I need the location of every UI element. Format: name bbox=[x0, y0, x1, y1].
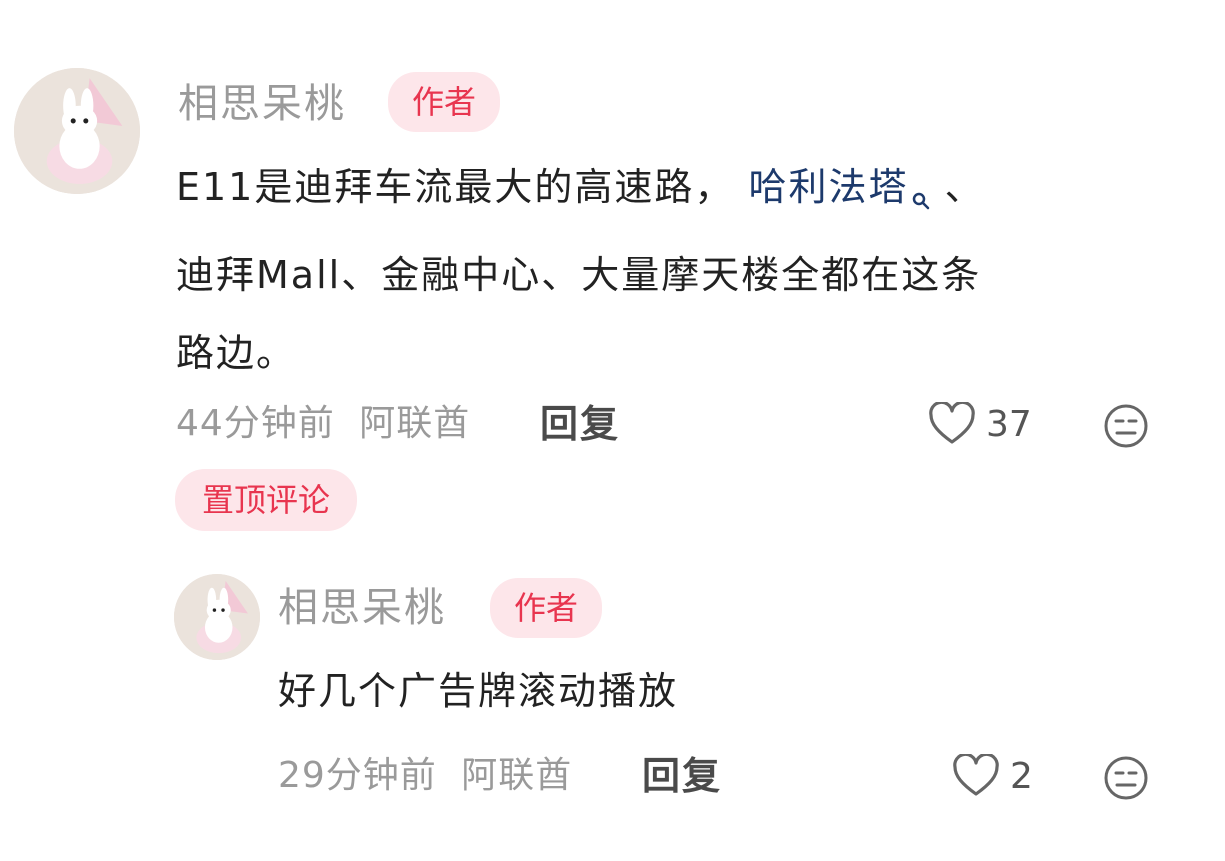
reply-button[interactable]: 回复 bbox=[642, 757, 722, 795]
avatar[interactable] bbox=[14, 68, 140, 194]
comment-text-segment: 、 bbox=[944, 165, 985, 209]
timestamp: 44分钟前 bbox=[176, 403, 335, 444]
heart-outline-icon bbox=[953, 754, 999, 796]
like-count: 2 bbox=[1010, 755, 1033, 797]
neutral-face-icon[interactable] bbox=[1102, 754, 1150, 806]
timestamp: 29分钟前 bbox=[278, 755, 437, 796]
search-link-text[interactable]: 哈利法塔 bbox=[748, 165, 908, 209]
location: 阿联酋 bbox=[359, 403, 471, 444]
username[interactable]: 相思呆桃 bbox=[278, 588, 446, 628]
neutral-face-icon[interactable] bbox=[1102, 402, 1150, 454]
comment-text: 好几个广告牌滚动播放 bbox=[278, 669, 679, 713]
search-mini-icon bbox=[912, 158, 930, 236]
pinned-comment-badge: 置顶评论 bbox=[175, 469, 357, 531]
search-link[interactable]: 哈利法塔 bbox=[748, 165, 930, 210]
location: 阿联酋 bbox=[461, 755, 573, 796]
rabbit-avatar-image bbox=[174, 574, 260, 660]
comment-line-2: 迪拜Mall、金融中心、大量摩天楼全都在这条 bbox=[176, 253, 982, 297]
like-button[interactable]: 37 bbox=[928, 402, 1032, 446]
avatar[interactable] bbox=[174, 574, 260, 660]
username[interactable]: 相思呆桃 bbox=[178, 84, 346, 124]
author-badge: 作者 bbox=[490, 578, 602, 638]
comment-meta: 44分钟前 阿联酋 bbox=[176, 406, 470, 442]
comment-line-1: E11是迪拜车流最大的高速路， 哈利法塔 、 bbox=[176, 148, 1196, 236]
like-button[interactable]: 2 bbox=[952, 754, 1033, 798]
rabbit-avatar-image bbox=[14, 68, 140, 194]
like-count: 37 bbox=[986, 403, 1032, 445]
comment-line-3: 路边。 bbox=[176, 331, 297, 375]
heart-outline-icon bbox=[929, 402, 975, 444]
comment-text-segment: E11是迪拜车流最大的高速路， bbox=[176, 165, 735, 209]
reply-button[interactable]: 回复 bbox=[540, 405, 620, 443]
comment-text: E11是迪拜车流最大的高速路， 哈利法塔 、 迪拜Mall、金融中心、大量摩天楼… bbox=[176, 148, 1196, 392]
author-badge: 作者 bbox=[388, 72, 500, 132]
comment-meta: 29分钟前 阿联酋 bbox=[278, 758, 572, 794]
